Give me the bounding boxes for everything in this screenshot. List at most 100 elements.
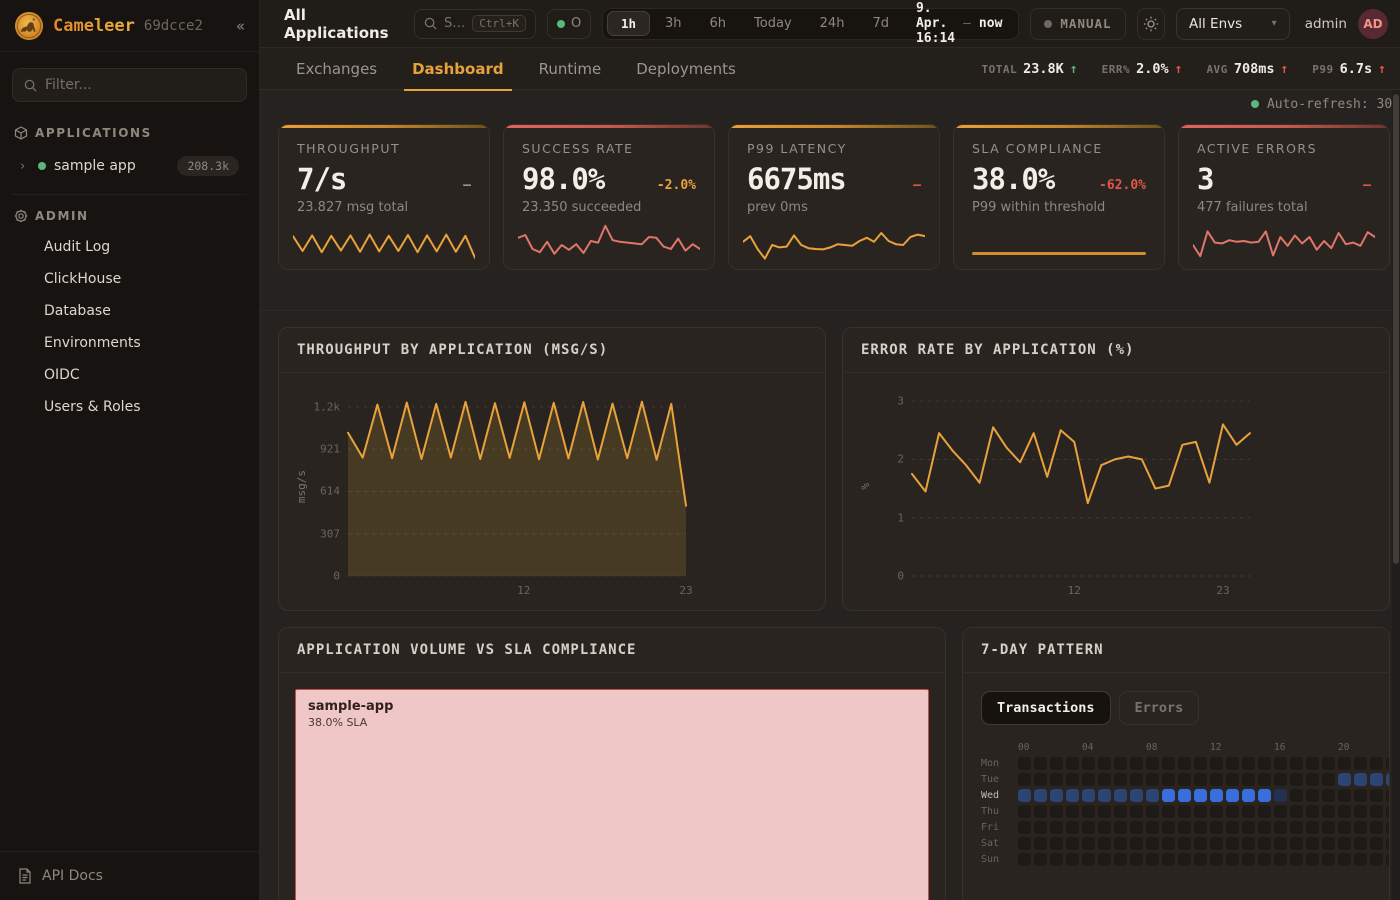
tab-deployments[interactable]: Deployments (636, 48, 736, 90)
heatmap-cell (1194, 837, 1207, 850)
heatmap-cell (1370, 773, 1383, 786)
sidebar-item-api-docs[interactable]: API Docs (0, 851, 259, 900)
heatmap-cell (1114, 805, 1127, 818)
toggle-errors[interactable]: Errors (1119, 691, 1200, 725)
heatmap-cell (1146, 853, 1159, 866)
range-3h[interactable]: 3h (652, 12, 695, 35)
range-24h[interactable]: 24h (807, 12, 858, 35)
heatmap-hour-label: 12 (1210, 742, 1221, 753)
heatmap-day-label: Mon (981, 758, 1015, 769)
heatmap-cell (1130, 837, 1143, 850)
manual-refresh-button[interactable]: MANUAL (1030, 8, 1125, 40)
heatmap-cell (1226, 837, 1239, 850)
stat-err: ERR% 2.0% ↑ (1102, 61, 1183, 77)
range-7d[interactable]: 7d (859, 12, 902, 35)
heatmap-cell (1082, 837, 1095, 850)
heatmap-cell (1290, 837, 1303, 850)
heatmap-day-label: Sat (981, 838, 1015, 849)
heatmap-cell (1226, 821, 1239, 834)
sidebar-item-database[interactable]: Database (12, 295, 247, 327)
kpi-value: 98.0% (522, 162, 604, 196)
heatmap-cell (1130, 757, 1143, 770)
heatmap-cell (1258, 805, 1271, 818)
heatmap-cell (1370, 757, 1383, 770)
heatmap-cell (1274, 821, 1287, 834)
heatmap-cell (1194, 805, 1207, 818)
gear-icon (14, 209, 28, 223)
date-from: 9. Apr. 16:14 (916, 1, 955, 46)
kpi-card-sla-compliance: SLA COMPLIANCE 38.0% -62.0% P99 within t… (953, 124, 1165, 270)
heatmap-cell (1242, 837, 1255, 850)
env-select[interactable]: All Envs ▾ (1176, 8, 1290, 40)
global-search-button[interactable]: S… Ctrl+K (414, 9, 536, 39)
heatmap-cell (1018, 853, 1031, 866)
heatmap-cell (1306, 773, 1319, 786)
range-1h[interactable]: 1h (607, 11, 650, 36)
sidebar-filter: Filter... (0, 52, 259, 112)
sidebar-item-users-roles[interactable]: Users & Roles (12, 391, 247, 423)
kpi-delta: – (1363, 178, 1371, 193)
heatmap-cell (1274, 773, 1287, 786)
scrollbar-track[interactable] (1392, 90, 1400, 900)
sidebar-item-environments[interactable]: Environments (12, 327, 247, 359)
treemap-app-name: sample-app (308, 699, 916, 714)
sidebar-item-clickhouse[interactable]: ClickHouse (12, 263, 247, 295)
kpi-label: THROUGHPUT (297, 141, 471, 156)
heatmap-cell (1258, 837, 1271, 850)
heatmap-day-label: Fri (981, 822, 1015, 833)
filter-input[interactable]: Filter... (12, 68, 247, 102)
heatmap-cell (1034, 853, 1047, 866)
date-range-display[interactable]: 9. Apr. 16:14 – now (904, 1, 1014, 46)
sparkline-chart (743, 221, 925, 261)
tab-exchanges[interactable]: Exchanges (296, 48, 377, 90)
heatmap-cell (1354, 789, 1367, 802)
sidebar-item-audit-log[interactable]: Audit Log (12, 231, 247, 263)
search-icon (24, 79, 37, 92)
theme-toggle-button[interactable] (1137, 8, 1165, 40)
heatmap-cell (1370, 821, 1383, 834)
chevron-right-icon[interactable]: › (20, 159, 30, 174)
heatmap-cell (1050, 805, 1063, 818)
sidebar-collapse-icon[interactable]: « (236, 17, 245, 35)
heatmap-cell (1162, 821, 1175, 834)
heatmap-cell (1338, 853, 1351, 866)
package-icon (14, 126, 28, 140)
heatmap-cell (1178, 853, 1191, 866)
online-dot (557, 20, 565, 28)
heatmap-cell (1322, 805, 1335, 818)
heatmap-cell (1322, 853, 1335, 866)
heatmap-cell (1274, 837, 1287, 850)
live-status-button[interactable]: O (547, 9, 591, 39)
heatmap-cell (1114, 773, 1127, 786)
range-today[interactable]: Today (741, 12, 805, 35)
kpi-value: 38.0% (972, 162, 1054, 196)
heatmap-cell (1370, 837, 1383, 850)
heatmap-cell (1130, 805, 1143, 818)
tab-runtime[interactable]: Runtime (539, 48, 602, 90)
heatmap-hour-label: 08 (1146, 742, 1157, 753)
stat-avg: AVG 708ms ↑ (1206, 61, 1288, 77)
kpi-delta: -62.0% (1099, 178, 1146, 193)
pattern-toggle-group: Transactions Errors (981, 691, 1371, 725)
treemap-segment-sample-app[interactable]: sample-app 38.0% SLA (295, 689, 929, 900)
sidebar-item-sample-app[interactable]: › sample app 208.3k (12, 148, 247, 184)
toggle-transactions[interactable]: Transactions (981, 691, 1111, 725)
heatmap-cell (1338, 757, 1351, 770)
stat-value: 2.0% (1136, 61, 1169, 77)
heatmap-cell (1130, 773, 1143, 786)
heatmap-cell (1194, 821, 1207, 834)
sidebar: Cameleer 69dcce2 « Filter... APPLICATION… (0, 0, 260, 900)
camel-logo-icon (14, 11, 44, 41)
heatmap-cell (1386, 757, 1390, 770)
avatar[interactable]: AD (1358, 9, 1388, 39)
sidebar-item-oidc[interactable]: OIDC (12, 359, 247, 391)
scrollbar-thumb[interactable] (1393, 94, 1399, 564)
x-tick-label: 12 (517, 584, 530, 597)
heatmap-cell (1034, 821, 1047, 834)
treemap-panel: APPLICATION VOLUME VS SLA COMPLIANCE sam… (278, 627, 946, 900)
range-6h[interactable]: 6h (697, 12, 740, 35)
refresh-dot (1251, 100, 1259, 108)
tab-dashboard[interactable]: Dashboard (412, 48, 503, 90)
heatmap-cell (1322, 757, 1335, 770)
tabbar: Exchanges Dashboard Runtime Deployments … (260, 48, 1400, 90)
